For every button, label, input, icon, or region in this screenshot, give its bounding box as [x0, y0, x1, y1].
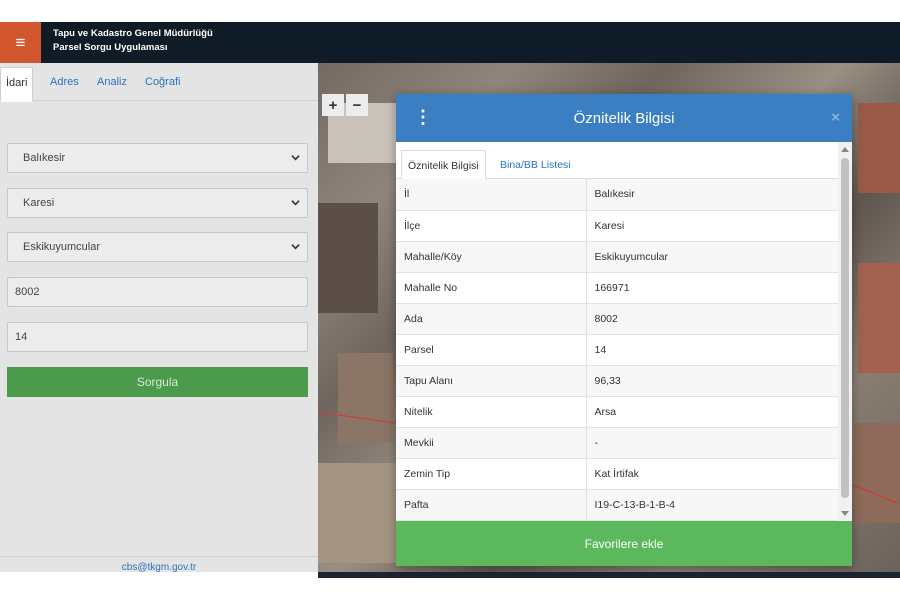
- attr-value: Arsa: [586, 396, 838, 428]
- district-value: Karesi: [23, 197, 55, 209]
- neighborhood-select[interactable]: Eskikuyumcular: [7, 232, 308, 262]
- dialog-title: Öznitelik Bilgisi: [573, 109, 675, 127]
- attr-key: Mahalle/Köy: [396, 241, 587, 273]
- table-row: İlçe Karesi: [396, 210, 838, 242]
- table-row: Zemin Tip Kat İrtifak: [396, 458, 838, 490]
- attr-value: I19-C-13-B-1-B-4: [586, 489, 838, 521]
- block-value: 8002: [15, 286, 40, 298]
- scroll-down-arrow-icon[interactable]: [841, 511, 849, 516]
- close-icon[interactable]: ×: [831, 109, 840, 126]
- district-select[interactable]: Karesi: [7, 188, 308, 218]
- parcel-input[interactable]: 14: [7, 322, 308, 352]
- app-header: ≡ Tapu ve Kadastro Genel Müdürlüğü Parse…: [0, 22, 900, 63]
- province-select[interactable]: Balıkesir: [7, 143, 308, 173]
- dialog-tabs: Öznitelik Bilgisi Bina/BB Listesi: [396, 142, 852, 180]
- table-row: Parsel 14: [396, 334, 838, 366]
- map-building: [858, 103, 900, 193]
- attr-value: 8002: [586, 303, 838, 335]
- table-row: Mahalle No 166971: [396, 272, 838, 304]
- attr-key: Zemin Tip: [396, 458, 587, 490]
- zoom-in-button[interactable]: +: [322, 94, 344, 116]
- header-titles: Tapu ve Kadastro Genel Müdürlüğü Parsel …: [53, 27, 213, 55]
- attr-value: Balıkesir: [586, 179, 838, 211]
- scrollbar-thumb[interactable]: [841, 158, 849, 498]
- attr-value: 96,33: [586, 365, 838, 397]
- map-building: [318, 203, 378, 313]
- attr-value: Karesi: [586, 210, 838, 242]
- table-row: Pafta I19-C-13-B-1-B-4: [396, 489, 838, 521]
- add-to-favorites-button[interactable]: Favorilere ekle: [396, 521, 852, 566]
- chevron-down-icon: [291, 200, 300, 206]
- chevron-down-icon: [291, 155, 300, 161]
- province-value: Balıkesir: [23, 152, 66, 164]
- attr-key: Tapu Alanı: [396, 365, 587, 397]
- attr-value: 166971: [586, 272, 838, 304]
- attr-key: İlçe: [396, 210, 587, 242]
- attr-key: Nitelik: [396, 396, 587, 428]
- tab-analiz[interactable]: Analiz: [93, 70, 131, 94]
- org-title: Tapu ve Kadastro Genel Müdürlüğü: [53, 28, 213, 39]
- attr-key: Ada: [396, 303, 587, 335]
- tab-idari[interactable]: İdari: [0, 67, 34, 102]
- map-building: [854, 423, 900, 523]
- tab-cografi[interactable]: Coğrafi: [141, 70, 184, 94]
- map-zoom-controls: + −: [322, 94, 368, 116]
- attr-value: -: [586, 427, 838, 459]
- hamburger-menu-icon[interactable]: ≡: [0, 22, 41, 63]
- parcel-value: 14: [15, 331, 28, 343]
- attribute-table-container: İl Balıkesir İlçe Karesi Mahalle/Köy Eskiku…: [396, 179, 838, 521]
- attr-value: Kat İrtifak: [586, 458, 838, 490]
- scroll-up-arrow-icon[interactable]: [841, 147, 849, 152]
- query-button[interactable]: Sorgula: [7, 367, 308, 397]
- neighborhood-value: Eskikuyumcular: [23, 241, 101, 253]
- zoom-out-button[interactable]: −: [346, 94, 368, 116]
- map-building: [318, 463, 396, 563]
- left-panel-bottom-strip: [0, 572, 318, 578]
- block-input[interactable]: 8002: [7, 277, 308, 307]
- app-title: Parsel Sorgu Uygulaması: [53, 42, 168, 53]
- app-viewport: ≡ Tapu ve Kadastro Genel Müdürlüğü Parse…: [0, 22, 900, 578]
- table-row: İl Balıkesir: [396, 179, 838, 211]
- map-building: [858, 263, 900, 373]
- table-row: Mevkii -: [396, 427, 838, 459]
- table-row: Mahalle/Köy Eskikuyumcular: [396, 241, 838, 273]
- attr-value: Eskikuyumcular: [586, 241, 838, 273]
- attr-value: 14: [586, 334, 838, 366]
- query-tabs: İdari Adres Analiz Coğrafi: [0, 63, 318, 102]
- map-bottom-strip: [318, 572, 900, 578]
- table-row: Ada 8002: [396, 303, 838, 335]
- table-row: Nitelik Arsa: [396, 396, 838, 428]
- attr-key: Parsel: [396, 334, 587, 366]
- tab-adres[interactable]: Adres: [46, 70, 83, 94]
- attr-key: Pafta: [396, 489, 587, 521]
- attribute-info-dialog: Öznitelik Bilgisi ⋮ × Öznitelik Bilgisi …: [396, 94, 852, 566]
- tab-attribute-info[interactable]: Öznitelik Bilgisi: [401, 150, 486, 180]
- query-panel: İdari Adres Analiz Coğrafi Balıkesir Kar…: [0, 63, 318, 578]
- map-building: [338, 353, 393, 443]
- attr-key: Mevkii: [396, 427, 587, 459]
- attribute-table: İl Balıkesir İlçe Karesi Mahalle/Köy Eskiku…: [396, 179, 838, 521]
- dialog-header: Öznitelik Bilgisi ⋮ ×: [396, 94, 852, 142]
- attr-key: İl: [396, 179, 587, 211]
- table-row: Tapu Alanı 96,33: [396, 365, 838, 397]
- vertical-dots-icon[interactable]: ⋮: [414, 108, 432, 126]
- chevron-down-icon: [291, 244, 300, 250]
- dialog-scrollbar[interactable]: [838, 142, 852, 521]
- tab-building-list[interactable]: Bina/BB Listesi: [494, 150, 577, 180]
- attr-key: Mahalle No: [396, 272, 587, 304]
